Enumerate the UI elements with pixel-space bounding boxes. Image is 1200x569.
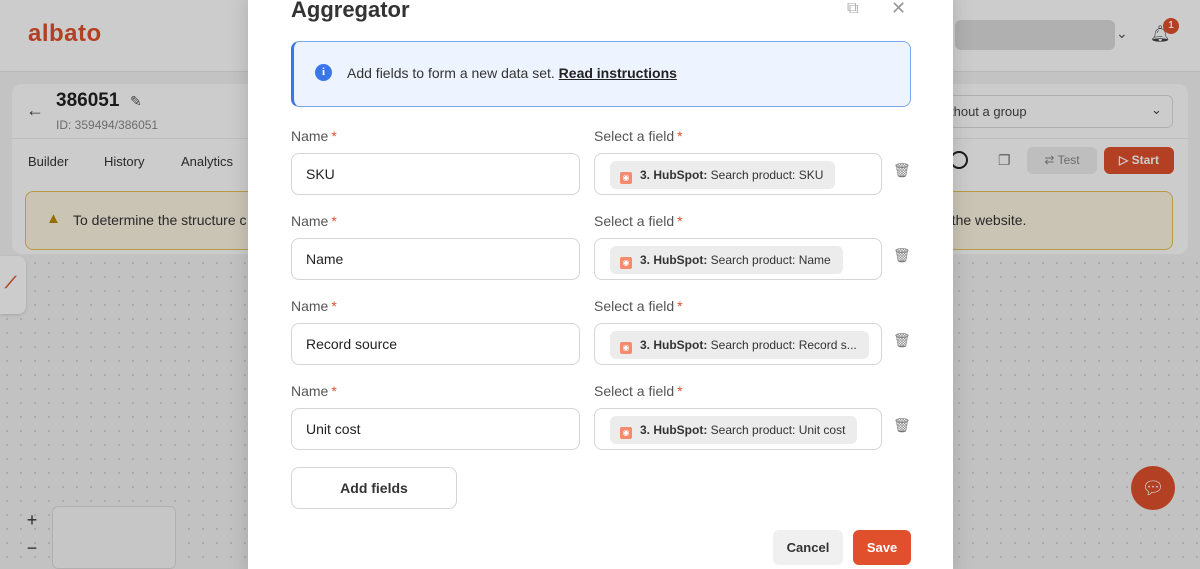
read-instructions-link[interactable]: Read instructions bbox=[559, 65, 677, 81]
name-input[interactable] bbox=[291, 238, 580, 280]
field-select[interactable]: ◉ 3. HubSpot: Search product: Unit cost bbox=[594, 408, 882, 450]
close-icon[interactable]: ✕ bbox=[891, 0, 906, 19]
select-field-label: Select a field * bbox=[594, 298, 683, 314]
info-message: Add fields to form a new data set. bbox=[347, 65, 555, 81]
select-field-label: Select a field * bbox=[594, 213, 683, 229]
name-label: Name * bbox=[291, 213, 337, 229]
trash-icon[interactable]: 🗑︎ bbox=[893, 332, 911, 349]
name-input[interactable] bbox=[291, 408, 580, 450]
hubspot-icon: ◉ bbox=[620, 427, 632, 439]
add-fields-button[interactable]: Add fields bbox=[291, 467, 457, 509]
field-select[interactable]: ◉ 3. HubSpot: Search product: SKU bbox=[594, 153, 882, 195]
trash-icon[interactable]: 🗑︎ bbox=[893, 247, 911, 264]
field-select[interactable]: ◉ 3. HubSpot: Search product: Record s... bbox=[594, 323, 882, 365]
field-chip[interactable]: ◉ 3. HubSpot: Search product: Record s... bbox=[610, 331, 869, 359]
field-chip[interactable]: ◉ 3. HubSpot: Search product: SKU bbox=[610, 161, 836, 189]
name-label: Name * bbox=[291, 298, 337, 314]
hubspot-icon: ◉ bbox=[620, 257, 632, 269]
hubspot-icon: ◉ bbox=[620, 172, 632, 184]
select-field-label: Select a field * bbox=[594, 128, 683, 144]
field-chip[interactable]: ◉ 3. HubSpot: Search product: Name bbox=[610, 246, 843, 274]
trash-icon[interactable]: 🗑︎ bbox=[893, 417, 911, 434]
save-button[interactable]: Save bbox=[853, 530, 911, 565]
info-text: Add fields to form a new data set. Read … bbox=[347, 65, 677, 81]
pin-icon[interactable]: ⧉ bbox=[847, 0, 858, 18]
modal-title: Aggregator bbox=[291, 0, 410, 22]
select-field-label: Select a field * bbox=[594, 383, 683, 399]
name-input[interactable] bbox=[291, 323, 580, 365]
field-select[interactable]: ◉ 3. HubSpot: Search product: Name bbox=[594, 238, 882, 280]
name-input[interactable] bbox=[291, 153, 580, 195]
field-chip[interactable]: ◉ 3. HubSpot: Search product: Unit cost bbox=[610, 416, 858, 444]
hubspot-icon: ◉ bbox=[620, 342, 632, 354]
cancel-button[interactable]: Cancel bbox=[773, 530, 843, 565]
name-label: Name * bbox=[291, 383, 337, 399]
trash-icon[interactable]: 🗑︎ bbox=[893, 162, 911, 179]
info-icon: i bbox=[315, 64, 332, 81]
name-label: Name * bbox=[291, 128, 337, 144]
